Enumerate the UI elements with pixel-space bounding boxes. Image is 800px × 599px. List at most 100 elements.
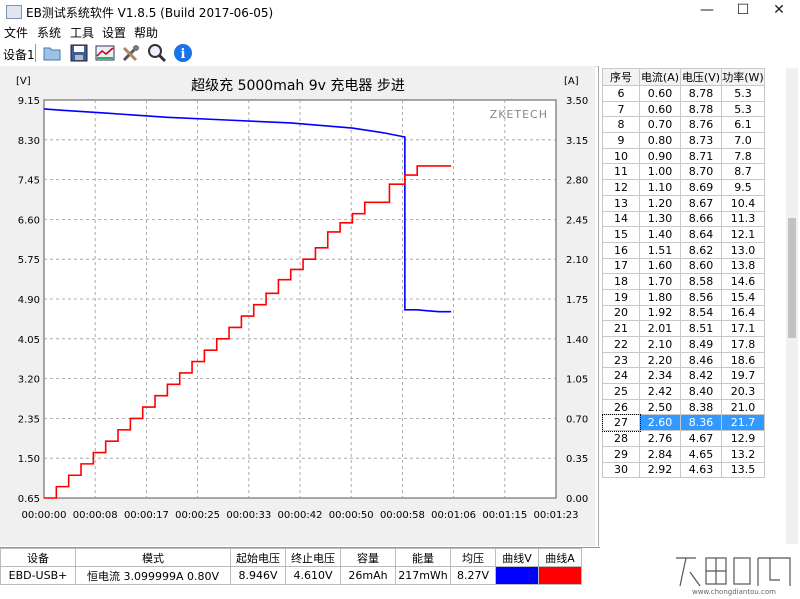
menu-help[interactable]: 帮助 bbox=[134, 24, 158, 41]
row-power: 18.6 bbox=[721, 351, 765, 369]
curve-v-color[interactable] bbox=[495, 566, 539, 585]
y-right-tick-label: 1.40 bbox=[566, 335, 588, 346]
row-current: 1.80 bbox=[639, 288, 681, 306]
row-power: 21.0 bbox=[721, 398, 765, 416]
app-icon bbox=[6, 5, 22, 19]
row-current: 2.01 bbox=[639, 320, 681, 337]
row-index: 14 bbox=[602, 210, 640, 228]
y-left-tick-label: 3.20 bbox=[18, 375, 40, 386]
table-scrollbar[interactable] bbox=[786, 68, 798, 544]
menu-file[interactable]: 文件 bbox=[4, 24, 28, 41]
curve-a-color[interactable] bbox=[538, 566, 582, 585]
table-row[interactable]: 24 2.34 8.42 19.7 bbox=[602, 367, 765, 385]
scrollbar-thumb[interactable] bbox=[788, 218, 796, 338]
save-icon[interactable] bbox=[68, 42, 90, 64]
row-current: 2.34 bbox=[639, 367, 681, 385]
table-row[interactable]: 23 2.20 8.46 18.6 bbox=[602, 351, 765, 369]
y-left-tick-label: 8.30 bbox=[18, 136, 40, 147]
toolbar: 设备1 i bbox=[0, 40, 800, 67]
row-current: 1.10 bbox=[639, 179, 681, 196]
y-left-tick-label: 1.50 bbox=[18, 454, 40, 465]
row-voltage: 4.67 bbox=[680, 430, 722, 447]
table-row[interactable]: 16 1.51 8.62 13.0 bbox=[602, 241, 765, 259]
x-tick-label: 00:01:06 bbox=[431, 510, 476, 521]
row-power: 13.0 bbox=[721, 241, 765, 259]
row-index: 6 bbox=[602, 85, 640, 102]
row-index: 15 bbox=[602, 226, 640, 243]
row-power: 5.3 bbox=[721, 100, 765, 118]
row-current: 0.90 bbox=[639, 147, 681, 165]
row-current: 1.60 bbox=[639, 257, 681, 275]
menu-settings[interactable]: 设置 bbox=[102, 24, 126, 41]
watermark-logo: www.chongdiantou.com bbox=[676, 556, 792, 596]
x-tick-label: 00:00:08 bbox=[73, 510, 118, 521]
row-current: 2.42 bbox=[639, 383, 681, 400]
row-voltage: 8.58 bbox=[680, 273, 722, 290]
row-power: 14.6 bbox=[721, 273, 765, 290]
table-row[interactable]: 6 0.60 8.78 5.3 bbox=[602, 85, 765, 102]
row-voltage: 8.46 bbox=[680, 351, 722, 369]
row-index: 16 bbox=[602, 241, 640, 259]
col-voltage-header[interactable]: 电压(V) bbox=[680, 68, 722, 86]
x-tick-label: 00:00:42 bbox=[278, 510, 323, 521]
col-index-header[interactable]: 序号 bbox=[602, 68, 640, 86]
row-current: 2.60 bbox=[639, 414, 681, 432]
col-current-header[interactable]: 电流(A) bbox=[639, 68, 681, 86]
row-voltage: 8.69 bbox=[680, 179, 722, 196]
row-current: 0.70 bbox=[639, 116, 681, 134]
info-icon[interactable]: i bbox=[172, 42, 194, 64]
table-row[interactable]: 14 1.30 8.66 11.3 bbox=[602, 210, 765, 228]
y-left-tick-label: 4.05 bbox=[18, 335, 40, 346]
table-row[interactable]: 7 0.60 8.78 5.3 bbox=[602, 100, 765, 118]
row-current: 1.51 bbox=[639, 241, 681, 259]
table-row[interactable]: 19 1.80 8.56 15.4 bbox=[602, 288, 765, 306]
y-right-tick-label: 0.35 bbox=[566, 454, 588, 465]
row-current: 1.40 bbox=[639, 226, 681, 243]
row-power: 19.7 bbox=[721, 367, 765, 385]
row-power: 20.3 bbox=[721, 383, 765, 400]
row-power: 10.4 bbox=[721, 194, 765, 212]
row-index: 12 bbox=[602, 179, 640, 196]
y-right-tick-label: 0.00 bbox=[566, 494, 588, 505]
chart-icon[interactable] bbox=[94, 42, 116, 64]
table-row[interactable]: 30 2.92 4.63 13.5 bbox=[602, 461, 765, 479]
row-current: 2.50 bbox=[639, 398, 681, 416]
table-row[interactable]: 22 2.10 8.49 17.8 bbox=[602, 336, 765, 353]
search-icon[interactable] bbox=[146, 42, 168, 64]
col-power-header[interactable]: 功率(W) bbox=[721, 68, 765, 86]
table-row[interactable]: 20 1.92 8.54 16.4 bbox=[602, 304, 765, 322]
table-row[interactable]: 15 1.40 8.64 12.1 bbox=[602, 226, 765, 243]
status-device-header: 设备 bbox=[0, 548, 76, 567]
x-tick-label: 00:01:23 bbox=[534, 510, 579, 521]
tools-icon[interactable] bbox=[120, 42, 142, 64]
row-voltage: 8.73 bbox=[680, 132, 722, 149]
table-header-row: 序号 电流(A) 电压(V) 功率(W) bbox=[602, 68, 765, 86]
row-index: 30 bbox=[602, 461, 640, 479]
chart-watermark: ZKETECH bbox=[490, 108, 548, 121]
y-right-tick-label: 3.50 bbox=[566, 96, 588, 107]
menu-tools[interactable]: 工具 bbox=[70, 24, 94, 41]
table-row[interactable]: 13 1.20 8.67 10.4 bbox=[602, 194, 765, 212]
table-row[interactable]: 12 1.10 8.69 9.5 bbox=[602, 179, 765, 196]
status-capacity-header: 容量 bbox=[340, 548, 396, 567]
y-right-tick-label: 3.15 bbox=[566, 136, 588, 147]
table-row[interactable]: 28 2.76 4.67 12.9 bbox=[602, 430, 765, 447]
table-row[interactable]: 9 0.80 8.73 7.0 bbox=[602, 132, 765, 149]
table-row[interactable]: 29 2.84 4.65 13.2 bbox=[602, 445, 765, 463]
table-row[interactable]: 17 1.60 8.60 13.8 bbox=[602, 257, 765, 275]
table-row[interactable]: 8 0.70 8.76 6.1 bbox=[602, 116, 765, 134]
menu-system[interactable]: 系统 bbox=[37, 24, 61, 41]
table-row[interactable]: 26 2.50 8.38 21.0 bbox=[602, 398, 765, 416]
row-index: 24 bbox=[602, 367, 640, 385]
row-power: 21.7 bbox=[721, 414, 765, 432]
row-power: 7.8 bbox=[721, 147, 765, 165]
close-button[interactable]: ✕ bbox=[756, 0, 800, 22]
table-row[interactable]: 10 0.90 8.71 7.8 bbox=[602, 147, 765, 165]
table-row[interactable]: 27 2.60 8.36 21.7 bbox=[601, 413, 765, 432]
table-row[interactable]: 18 1.70 8.58 14.6 bbox=[602, 273, 765, 290]
table-row[interactable]: 11 1.00 8.70 8.7 bbox=[602, 163, 765, 181]
open-icon[interactable] bbox=[41, 42, 63, 64]
x-tick-label: 00:00:50 bbox=[329, 510, 374, 521]
table-row[interactable]: 21 2.01 8.51 17.1 bbox=[602, 320, 765, 337]
table-row[interactable]: 25 2.42 8.40 20.3 bbox=[602, 383, 765, 400]
